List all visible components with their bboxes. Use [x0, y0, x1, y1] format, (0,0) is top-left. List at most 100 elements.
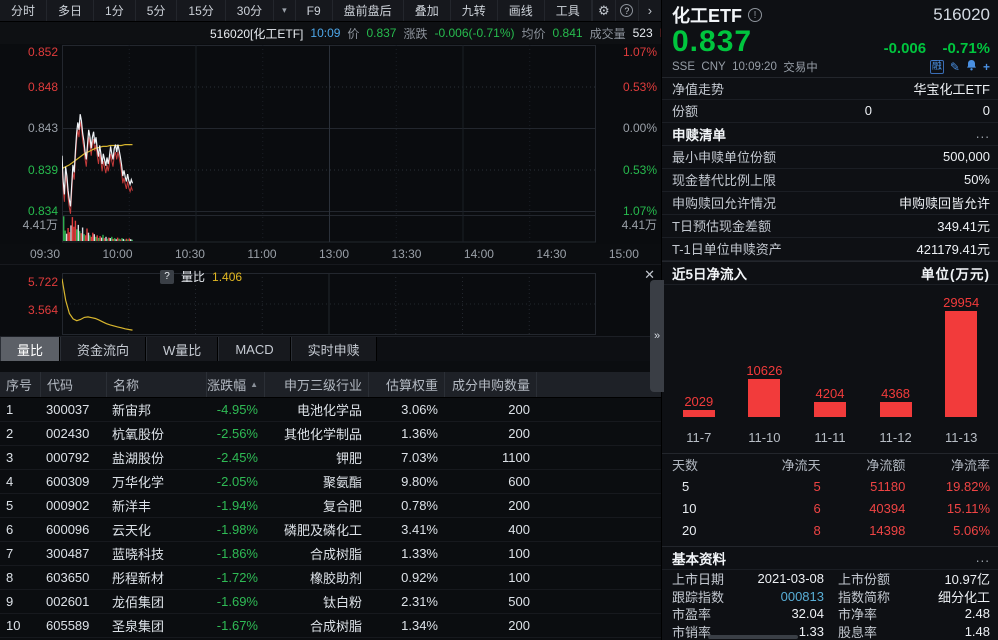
cell: 100 [444, 546, 536, 561]
volume-label: 成交量 [590, 25, 626, 42]
cell: 200 [444, 426, 536, 441]
table-row[interactable]: 2002430杭氧股份-2.56%其他化学制品1.36%200 [0, 422, 661, 446]
redeem-row-value: 500,000 [943, 149, 990, 164]
redeem-row: T-1日单位申赎资产421179.41元 [662, 238, 998, 261]
toolbar-button-工具[interactable]: 工具 [545, 0, 592, 21]
chart-header: 516020[化工ETF] 10:09 价 0.837 涨跌 -0.006(-0… [0, 22, 661, 44]
inflow-unit: 单位(万元) [921, 263, 990, 283]
nav-trend-label: 净值走势 [672, 79, 724, 98]
toolbar-button-多日[interactable]: 多日 [47, 0, 94, 21]
add-icon[interactable]: + [983, 60, 990, 74]
toolbar-button-分时[interactable]: 分时 [0, 0, 47, 21]
left-pane: 分时多日1分5分15分30分▾F9盘前盘后叠加九转画线工具⚙?› 516020[… [0, 0, 661, 640]
expand-right-icon[interactable]: › [638, 0, 661, 21]
intraday-chart[interactable]: 0.8520.8480.8430.8390.8341.07%0.53%0.00%… [0, 44, 661, 244]
panel-expander[interactable]: » [650, 280, 664, 392]
exchange: SSE [672, 61, 695, 73]
cell: -4.95% [206, 402, 264, 417]
toolbar-button-5分[interactable]: 5分 [136, 0, 178, 21]
table-row[interactable]: 8603650彤程新材-1.72%橡胶助剂0.92%100 [0, 566, 661, 590]
basic-label: 指数简称 [838, 587, 904, 606]
column-header-名称[interactable]: 名称 [106, 372, 206, 397]
column-header-成分申购数量[interactable]: 成分申购数量 [444, 372, 536, 397]
price-axis-label: 0.843 [0, 122, 58, 134]
toolbar-button-画线[interactable]: 画线 [498, 0, 545, 21]
basic-more-icon[interactable]: ... [976, 550, 990, 565]
bar[interactable] [880, 402, 912, 417]
basic-section-header[interactable]: 基本资料 ... [662, 547, 998, 570]
bar-group-11-12: 436811-12 [863, 285, 929, 453]
basic-value[interactable]: 000813 [738, 589, 824, 604]
cell: 8 [0, 570, 40, 585]
table-row[interactable]: 1300037新宙邦-4.95%电池化学品3.06%200 [0, 398, 661, 422]
cell: 200 [444, 618, 536, 633]
toolbar-button-30分[interactable]: 30分 [226, 0, 274, 21]
cell: 云天化 [106, 520, 206, 539]
bar[interactable] [748, 379, 780, 417]
cell: 7 [0, 546, 40, 561]
cell: 603650 [40, 570, 106, 585]
basic-info-row: 跟踪指数000813指数简称细分化工 [662, 588, 998, 606]
help-icon[interactable]: ? [160, 270, 174, 284]
tab-资金流向[interactable]: 资金流向 [60, 337, 146, 361]
column-header-序号[interactable]: 序号 [0, 372, 40, 397]
column-header-代码[interactable]: 代码 [40, 372, 106, 397]
table-row[interactable]: 6600096云天化-1.98%磷肥及磷化工3.41%400 [0, 518, 661, 542]
table-row[interactable]: 3000792盐湖股份-2.45%钾肥7.03%1100 [0, 446, 661, 470]
cell: 000792 [40, 450, 106, 465]
toolbar-button-15分[interactable]: 15分 [177, 0, 225, 21]
cell: 杭氧股份 [106, 424, 206, 443]
cell: 1100 [444, 450, 536, 465]
tab-W量比[interactable]: W量比 [146, 337, 218, 361]
tab-量比[interactable]: 量比 [0, 337, 60, 361]
share-value-1: 0 [865, 103, 872, 118]
table-row[interactable]: 5000902新洋丰-1.94%复合肥0.78%200 [0, 494, 661, 518]
table-row[interactable]: 7300487蓝晓科技-1.86%合成树脂1.33%100 [0, 542, 661, 566]
days-cell: 51180 [821, 479, 906, 494]
column-header-估算权重[interactable]: 估算权重 [368, 372, 444, 397]
toolbar-button-F9[interactable]: F9 [296, 0, 333, 21]
help-icon[interactable]: ? [615, 0, 638, 21]
holdings-table: 序号代码名称涨跌幅▲申万三级行业估算权重成分申购数量1300037新宙邦-4.9… [0, 372, 661, 640]
margin-badge[interactable]: 融 [930, 60, 944, 74]
toolbar-button-1分[interactable]: 1分 [94, 0, 136, 21]
redeem-section-header[interactable]: 申赎清单 ... [662, 123, 998, 146]
bell-icon[interactable] [966, 59, 977, 74]
days-header-天数: 天数 [672, 455, 736, 474]
sort-asc-icon[interactable]: ▲ [250, 380, 258, 389]
column-header-涨跌幅[interactable]: 涨跌幅▲ [206, 372, 264, 397]
redeem-rows: 最小申赎单位份额500,000现金替代比例上限50%申购赎回允许情况申购赎回皆允… [662, 146, 998, 261]
info-icon[interactable]: ! [748, 8, 762, 22]
table-row[interactable]: 4600309万华化学-2.05%聚氨酯9.80%600 [0, 470, 661, 494]
etf-code: 516020 [933, 5, 990, 25]
gear-icon[interactable]: ⚙ [592, 0, 615, 21]
toolbar-button-九转[interactable]: 九转 [451, 0, 498, 21]
table-row[interactable]: 10605589圣泉集团-1.67%合成树脂1.34%200 [0, 614, 661, 638]
bar[interactable] [683, 410, 715, 417]
days-cell: 15.11% [905, 501, 990, 516]
cell: 600309 [40, 474, 106, 489]
bar[interactable] [814, 402, 846, 417]
nav-trend-row[interactable]: 净值走势 华宝化工ETF [662, 78, 998, 100]
toolbar-button-叠加[interactable]: 叠加 [404, 0, 451, 21]
quote-time: 10:09:20 [732, 61, 777, 73]
cell: -1.67% [206, 618, 264, 633]
chevron-down-icon[interactable]: ▾ [274, 0, 296, 21]
cell: 蓝晓科技 [106, 544, 206, 563]
cell: 1 [0, 402, 40, 417]
price-change: -0.006 -0.71% [884, 40, 990, 57]
toolbar-button-盘前盘后[interactable]: 盘前盘后 [333, 0, 404, 21]
bar[interactable] [945, 311, 977, 417]
cell: 龙佰集团 [106, 592, 206, 611]
table-row[interactable]: 9002601龙佰集团-1.69%钛白粉2.31%500 [0, 590, 661, 614]
more-icon[interactable]: ... [976, 126, 990, 141]
tab-实时申赎[interactable]: 实时申赎 [291, 337, 377, 361]
redeem-row: 现金替代比例上限50% [662, 169, 998, 192]
cell: 9.80% [368, 474, 444, 489]
volume-ratio-panel[interactable]: ? 量比 1.406 ✕ 5.722 3.564 [0, 264, 661, 336]
days-cell: 20 [672, 523, 736, 538]
edit-icon[interactable]: ✎ [950, 60, 960, 74]
column-header-申万三级行业[interactable]: 申万三级行业 [264, 372, 368, 397]
tab-MACD[interactable]: MACD [218, 337, 290, 361]
horizontal-scrollbar-thumb[interactable] [708, 635, 798, 639]
